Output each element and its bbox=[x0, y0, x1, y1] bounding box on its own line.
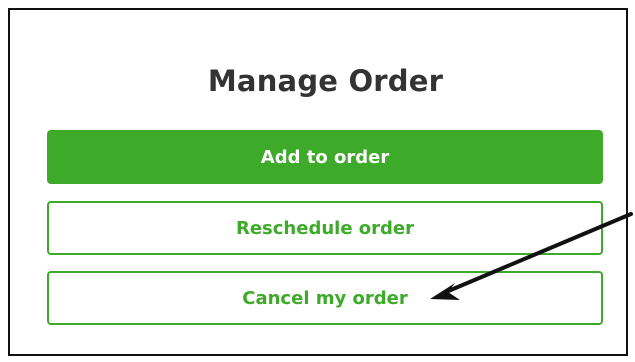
page-title: Manage Order bbox=[207, 64, 444, 98]
cancel-order-button[interactable]: Cancel my order bbox=[47, 271, 603, 325]
add-to-order-button[interactable]: Add to order bbox=[47, 130, 603, 184]
reschedule-order-button[interactable]: Reschedule order bbox=[47, 201, 603, 255]
